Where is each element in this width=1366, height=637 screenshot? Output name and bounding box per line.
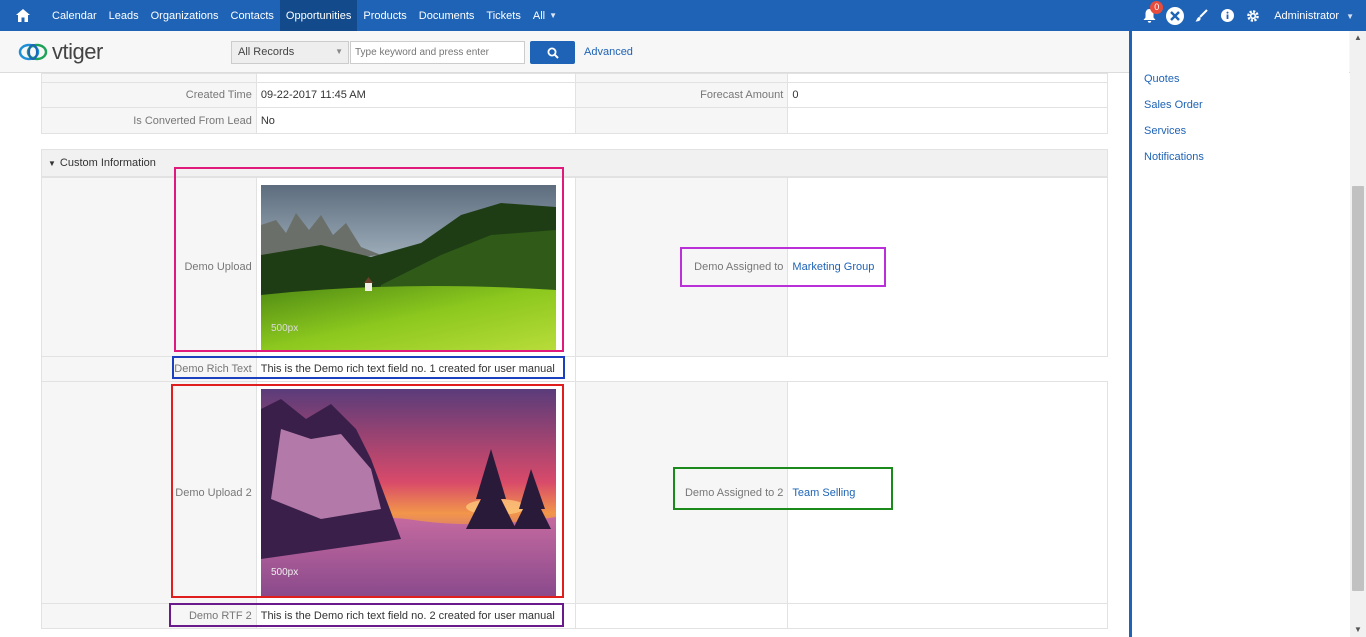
search-icon <box>547 47 559 59</box>
nav-tickets[interactable]: Tickets <box>480 0 526 31</box>
vtiger-x-icon[interactable] <box>1162 0 1188 31</box>
scroll-down-arrow-icon[interactable]: ▼ <box>1354 625 1362 634</box>
nav-products[interactable]: Products <box>357 0 412 31</box>
info-icon[interactable] <box>1214 0 1240 31</box>
demo-upload2-label: Demo Upload 2 <box>41 381 257 604</box>
nav-right-tools: 0 Administrator ▼ <box>1136 0 1366 31</box>
empty-label <box>574 603 789 629</box>
collapse-triangle-icon: ▼ <box>48 158 56 168</box>
empty-value <box>787 107 1108 134</box>
demo-rtf2-value: This is the Demo rich text field no. 2 c… <box>255 603 576 629</box>
empty-value <box>787 603 1108 629</box>
sidebar-item-sales-order[interactable]: Sales Order <box>1144 99 1203 111</box>
table-row <box>41 73 1108 83</box>
sidebar-item-services[interactable]: Services <box>1144 125 1186 137</box>
notification-bell-icon[interactable]: 0 <box>1136 0 1164 31</box>
nav-documents[interactable]: Documents <box>413 0 481 31</box>
demo-upload-image[interactable]: 500px <box>260 184 556 350</box>
search-button[interactable] <box>530 41 575 64</box>
dropdown-arrow-icon: ▼ <box>335 47 343 56</box>
created-time-label: Created Time <box>41 82 257 108</box>
custom-information-section: Demo Upload 500px Demo Assigned to Marke… <box>41 177 1108 629</box>
nav-contacts[interactable]: Contacts <box>225 0 280 31</box>
table-row: Demo Rich Text This is the Demo rich tex… <box>41 356 1108 382</box>
field-value <box>787 73 1108 83</box>
watermark-text: 500px <box>271 567 298 578</box>
nav-calendar[interactable]: Calendar <box>46 0 103 31</box>
search-input[interactable] <box>350 41 525 64</box>
top-nav: Calendar Leads Organizations Contacts Op… <box>0 0 1366 31</box>
nav-all-label: All <box>532 9 546 22</box>
logo-text: vtiger <box>52 39 103 64</box>
table-row: Demo Upload 2 500px Demo Assigned to 2 T… <box>41 381 1108 604</box>
vtiger-logo[interactable]: vtiger <box>18 39 103 65</box>
demo-assigned-link[interactable]: Marketing Group <box>792 261 874 273</box>
field-value <box>255 73 576 83</box>
demo-rich-text-label: Demo Rich Text <box>41 356 257 382</box>
created-time-value: 09-22-2017 11:45 AM <box>255 82 576 108</box>
user-menu[interactable]: Administrator ▼ <box>1266 10 1366 22</box>
page-scrollbar[interactable]: ▲ ▼ <box>1350 31 1366 637</box>
advanced-search-link[interactable]: Advanced <box>584 46 633 58</box>
demo-assigned2-cell: Team Selling <box>787 381 1108 604</box>
nav-organizations[interactable]: Organizations <box>145 0 225 31</box>
scroll-up-arrow-icon[interactable]: ▲ <box>1354 33 1362 42</box>
detail-view: Created Time 09-22-2017 11:45 AM Forecas… <box>41 73 1108 134</box>
chevron-down-icon: ▼ <box>1346 11 1354 21</box>
user-name: Administrator <box>1274 9 1340 22</box>
nav-leads[interactable]: Leads <box>103 0 145 31</box>
related-list-sidebar: Quotes Sales Order Services Notification… <box>1129 31 1349 637</box>
empty-cell <box>575 356 788 382</box>
field-label <box>41 73 257 83</box>
empty-cell <box>787 356 1108 382</box>
table-row: Demo Upload 500px Demo Assigned to Marke… <box>41 177 1108 357</box>
records-select[interactable]: All Records ▼ <box>231 41 349 64</box>
table-row: Demo RTF 2 This is the Demo rich text fi… <box>41 603 1108 629</box>
sidebar-item-notifications[interactable]: Notifications <box>1144 151 1204 163</box>
demo-assigned2-label: Demo Assigned to 2 <box>574 381 789 604</box>
home-icon[interactable] <box>0 0 46 31</box>
converted-from-lead-label: Is Converted From Lead <box>41 107 257 134</box>
demo-assigned-cell: Marketing Group <box>787 177 1108 357</box>
section-title: Custom Information <box>59 157 156 169</box>
settings-gear-icon[interactable] <box>1240 0 1266 31</box>
forecast-amount-value: 0 <box>787 82 1108 108</box>
demo-upload2-image[interactable]: 500px <box>260 389 556 596</box>
empty-label <box>574 107 789 134</box>
opportunity-details-table: Created Time 09-22-2017 11:45 AM Forecas… <box>41 73 1108 134</box>
demo-upload-value: 500px <box>255 177 576 357</box>
brush-icon[interactable] <box>1188 0 1214 31</box>
demo-upload2-value: 500px <box>255 381 576 604</box>
custom-fields-table: Demo Upload 500px Demo Assigned to Marke… <box>41 177 1108 629</box>
forecast-amount-label: Forecast Amount <box>574 82 789 108</box>
nav-opportunities[interactable]: Opportunities <box>279 0 358 31</box>
custom-information-section-header[interactable]: ▼ Custom Information <box>41 149 1108 177</box>
records-select-value: All Records <box>238 46 295 58</box>
demo-assigned2-link[interactable]: Team Selling <box>792 487 855 499</box>
converted-from-lead-value: No <box>255 107 576 134</box>
nav-all-menu[interactable]: All ▼ <box>527 0 563 31</box>
table-row: Is Converted From Lead No <box>41 107 1108 134</box>
demo-upload-label: Demo Upload <box>41 177 257 357</box>
watermark-text: 500px <box>271 323 298 334</box>
sidebar-item-quotes[interactable]: Quotes <box>1144 73 1179 85</box>
demo-rtf2-label: Demo RTF 2 <box>41 603 257 629</box>
field-label <box>574 73 789 83</box>
table-row: Created Time 09-22-2017 11:45 AM Forecas… <box>41 82 1108 108</box>
scrollbar-thumb[interactable] <box>1352 186 1364 591</box>
demo-rich-text-value: This is the Demo rich text field no. 1 c… <box>255 356 576 382</box>
vtiger-logo-icon <box>18 43 48 61</box>
demo-assigned-label: Demo Assigned to <box>574 177 789 357</box>
chevron-down-icon: ▼ <box>549 11 558 20</box>
